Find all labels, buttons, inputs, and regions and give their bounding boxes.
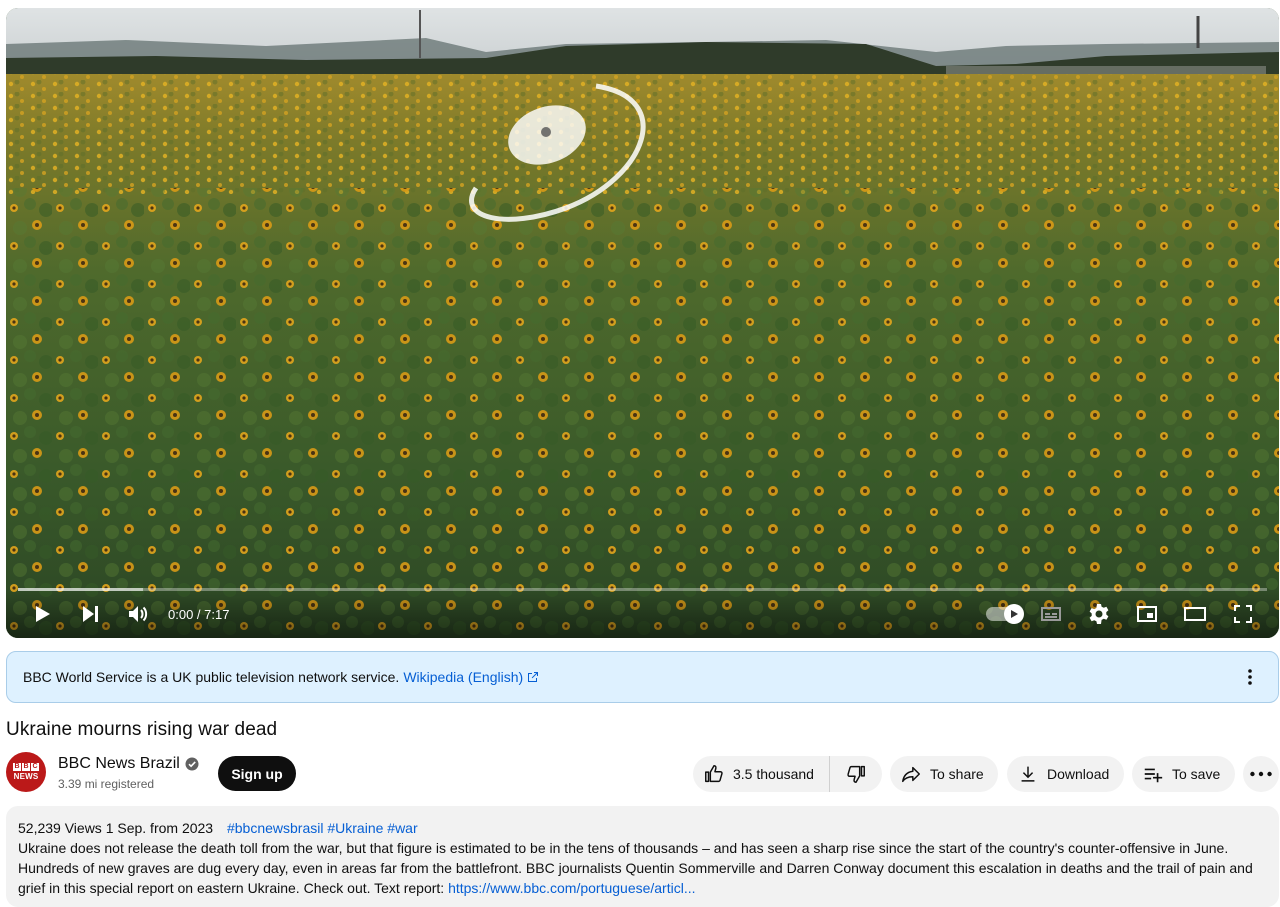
channel-name-text: BBC News Brazil — [58, 755, 180, 772]
gear-icon — [1089, 604, 1109, 624]
save-label: To save — [1172, 766, 1221, 782]
video-title: Ukraine mourns rising war dead — [6, 719, 278, 740]
subscribe-button[interactable]: Sign up — [218, 756, 296, 791]
wikipedia-link[interactable]: Wikipedia (English) — [403, 669, 523, 685]
description-link[interactable]: https://www.bbc.com/portuguese/articl... — [448, 880, 695, 896]
share-icon — [902, 766, 920, 783]
subscriber-count: 3.39 mi registered — [58, 777, 155, 791]
save-button[interactable]: To save — [1132, 756, 1235, 792]
next-button[interactable] — [66, 590, 114, 638]
like-dislike-group: 3.5 thousand — [693, 756, 882, 792]
play-button[interactable] — [18, 590, 66, 638]
theater-mode-button[interactable] — [1171, 590, 1219, 638]
fullscreen-button[interactable] — [1219, 590, 1267, 638]
subtitles-icon — [1041, 607, 1061, 621]
like-count: 3.5 thousand — [733, 766, 814, 782]
skip-next-icon — [83, 606, 98, 622]
theater-icon — [1184, 607, 1206, 621]
more-actions-button[interactable] — [1243, 756, 1279, 792]
avatar-news-text: NEWS — [13, 772, 39, 781]
download-label: Download — [1047, 766, 1110, 782]
channel-name[interactable]: BBC News Brazil — [58, 755, 199, 773]
autoplay-toggle[interactable] — [979, 590, 1027, 638]
download-button[interactable]: Download — [1007, 756, 1124, 792]
more-vertical-icon — [1248, 669, 1252, 685]
miniplayer-button[interactable] — [1123, 590, 1171, 638]
time-display: 0:00 / 7:17 — [168, 606, 230, 622]
video-description[interactable]: 52,239 Views 1 Sep. from 2023 #bbcnewsbr… — [6, 806, 1279, 907]
external-link-icon — [528, 672, 539, 682]
volume-button[interactable] — [114, 590, 162, 638]
channel-avatar[interactable]: BBC NEWS — [6, 752, 46, 792]
share-button[interactable]: To share — [890, 756, 998, 792]
description-meta: 52,239 Views 1 Sep. from 2023 #bbcnewsbr… — [18, 818, 1267, 838]
video-player[interactable]: 0:00 / 7:17 — [6, 8, 1279, 638]
dislike-button[interactable] — [830, 756, 882, 792]
volume-icon — [129, 606, 148, 622]
player-controls: 0:00 / 7:17 — [6, 590, 1279, 638]
views-date: 52,239 Views 1 Sep. from 2023 — [18, 820, 214, 836]
subtitles-button[interactable] — [1027, 590, 1075, 638]
info-panel-menu-button[interactable] — [1238, 665, 1262, 689]
playlist-add-icon — [1144, 768, 1163, 783]
thumbs-up-icon — [705, 765, 723, 783]
description-body: Ukraine does not release the death toll … — [18, 838, 1267, 898]
download-icon — [1021, 766, 1035, 782]
fullscreen-icon — [1234, 605, 1252, 623]
thumbs-down-icon — [847, 765, 865, 783]
hashtags[interactable]: #bbcnewsbrasil #Ukraine #war — [227, 820, 418, 836]
context-info-panel: BBC World Service is a UK public televis… — [6, 651, 1279, 703]
autoplay-track — [986, 604, 1024, 624]
play-icon — [36, 606, 50, 622]
more-horizontal-icon — [1250, 771, 1272, 777]
verified-icon — [185, 757, 199, 771]
like-button[interactable]: 3.5 thousand — [693, 756, 830, 792]
video-frame — [6, 8, 1279, 638]
share-label: To share — [930, 766, 984, 782]
play-icon — [1011, 610, 1018, 618]
miniplayer-icon — [1137, 606, 1157, 622]
settings-button[interactable] — [1075, 590, 1123, 638]
bbc-logo: BBC — [13, 763, 39, 771]
autoplay-knob — [1004, 604, 1024, 624]
info-panel-text: BBC World Service is a UK public televis… — [23, 669, 400, 685]
